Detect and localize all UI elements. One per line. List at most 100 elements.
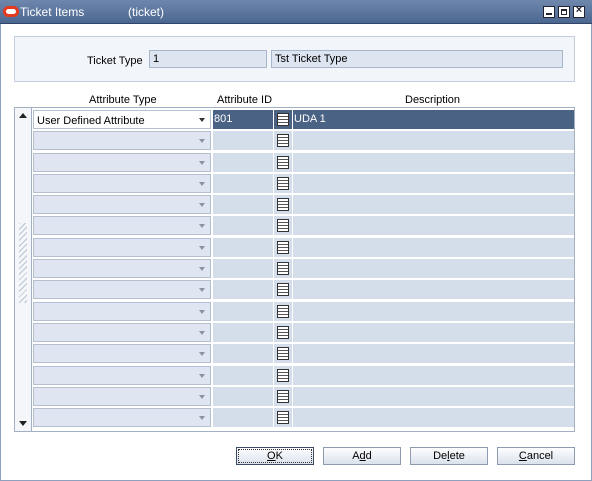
table-row[interactable] (33, 194, 574, 215)
table-row[interactable] (33, 365, 574, 386)
chevron-down-icon[interactable] (195, 217, 210, 234)
lov-button[interactable] (274, 131, 292, 151)
table-row[interactable] (33, 237, 574, 258)
list-of-values-icon[interactable] (277, 325, 289, 339)
chevron-down-icon[interactable] (195, 111, 210, 128)
attribute-id-field[interactable] (213, 344, 273, 364)
attribute-id-field[interactable] (213, 386, 273, 406)
delete-button[interactable]: Delete (410, 447, 488, 465)
scroll-grip[interactable] (19, 223, 27, 303)
attribute-type-select[interactable] (33, 365, 211, 385)
list-of-values-icon[interactable] (277, 411, 289, 425)
chevron-down-icon[interactable] (195, 281, 210, 298)
list-of-values-icon[interactable] (277, 113, 289, 126)
list-of-values-icon[interactable] (277, 389, 289, 403)
attribute-id-field[interactable]: 801 (213, 110, 273, 129)
lov-button[interactable] (274, 386, 292, 406)
list-of-values-icon[interactable] (277, 304, 289, 318)
list-of-values-icon[interactable] (277, 134, 289, 148)
attribute-type-select[interactable] (33, 322, 211, 342)
list-of-values-icon[interactable] (277, 219, 289, 233)
attribute-type-select[interactable] (33, 131, 211, 151)
attribute-id-field[interactable] (213, 131, 273, 151)
attribute-id-field[interactable] (213, 280, 273, 300)
chevron-down-icon[interactable] (195, 388, 210, 405)
lov-button[interactable] (274, 301, 292, 321)
attribute-id-field[interactable] (213, 408, 273, 428)
attribute-id-field[interactable] (213, 173, 273, 193)
chevron-down-icon[interactable] (195, 303, 210, 320)
table-row[interactable] (33, 152, 574, 173)
table-row[interactable] (33, 279, 574, 300)
lov-button[interactable] (274, 173, 292, 193)
attribute-id-field[interactable] (213, 259, 273, 279)
list-of-values-icon[interactable] (277, 347, 289, 361)
add-button[interactable]: Add (323, 447, 401, 465)
lov-button[interactable] (274, 110, 292, 129)
attribute-id-field[interactable] (213, 365, 273, 385)
list-of-values-icon[interactable] (277, 262, 289, 276)
attribute-type-select[interactable] (33, 386, 211, 406)
attribute-type-select[interactable] (33, 173, 211, 193)
lov-button[interactable] (274, 259, 292, 279)
scroll-up-icon[interactable] (19, 113, 27, 118)
attribute-id-field[interactable] (213, 195, 273, 215)
close-icon[interactable]: × (573, 4, 585, 18)
maximize-icon[interactable] (558, 6, 570, 18)
list-of-values-icon[interactable] (277, 368, 289, 382)
attribute-type-select[interactable] (33, 152, 211, 172)
chevron-down-icon[interactable] (195, 367, 210, 384)
table-row[interactable] (33, 343, 574, 364)
cancel-button[interactable]: Cancel (497, 447, 575, 465)
lov-button[interactable] (274, 408, 292, 428)
attribute-id-field[interactable] (213, 322, 273, 342)
attribute-type-select[interactable] (33, 344, 211, 364)
attribute-type-select[interactable]: User Defined Attribute (33, 110, 211, 129)
lov-button[interactable] (274, 365, 292, 385)
table-row[interactable] (33, 258, 574, 279)
lov-button[interactable] (274, 322, 292, 342)
chevron-down-icon[interactable] (195, 196, 210, 213)
chevron-down-icon[interactable] (195, 239, 210, 256)
table-row[interactable] (33, 407, 574, 428)
list-of-values-icon[interactable] (277, 198, 289, 212)
scroll-down-icon[interactable] (19, 421, 27, 426)
table-row[interactable] (33, 130, 574, 151)
attribute-type-select[interactable] (33, 301, 211, 321)
attribute-type-select[interactable] (33, 195, 211, 215)
chevron-down-icon[interactable] (195, 154, 210, 171)
chevron-down-icon[interactable] (195, 409, 210, 426)
list-of-values-icon[interactable] (277, 240, 289, 254)
minimize-icon[interactable] (543, 6, 555, 18)
ok-button[interactable]: OK (236, 447, 314, 465)
grid-scrollbar[interactable] (14, 107, 32, 432)
table-row[interactable] (33, 173, 574, 194)
lov-button[interactable] (274, 152, 292, 172)
lov-button[interactable] (274, 237, 292, 257)
list-of-values-icon[interactable] (277, 155, 289, 169)
list-of-values-icon[interactable] (277, 176, 289, 190)
attribute-id-field[interactable] (213, 237, 273, 257)
chevron-down-icon[interactable] (195, 132, 210, 149)
attribute-type-select[interactable] (33, 216, 211, 236)
chevron-down-icon[interactable] (195, 345, 210, 362)
table-row[interactable] (33, 301, 574, 322)
table-row[interactable] (33, 322, 574, 343)
chevron-down-icon[interactable] (195, 324, 210, 341)
list-of-values-icon[interactable] (277, 283, 289, 297)
attribute-id-field[interactable] (213, 216, 273, 236)
attribute-type-select[interactable] (33, 237, 211, 257)
lov-button[interactable] (274, 216, 292, 236)
attribute-id-field[interactable] (213, 301, 273, 321)
chevron-down-icon[interactable] (195, 260, 210, 277)
attribute-type-select[interactable] (33, 408, 211, 428)
ticket-type-id-field[interactable]: 1 (149, 50, 267, 68)
table-row[interactable]: User Defined Attribute 801 UDA 1 (33, 109, 574, 130)
table-row[interactable] (33, 215, 574, 236)
chevron-down-icon[interactable] (195, 175, 210, 192)
lov-button[interactable] (274, 280, 292, 300)
lov-button[interactable] (274, 344, 292, 364)
attribute-type-select[interactable] (33, 259, 211, 279)
lov-button[interactable] (274, 195, 292, 215)
attribute-id-field[interactable] (213, 152, 273, 172)
